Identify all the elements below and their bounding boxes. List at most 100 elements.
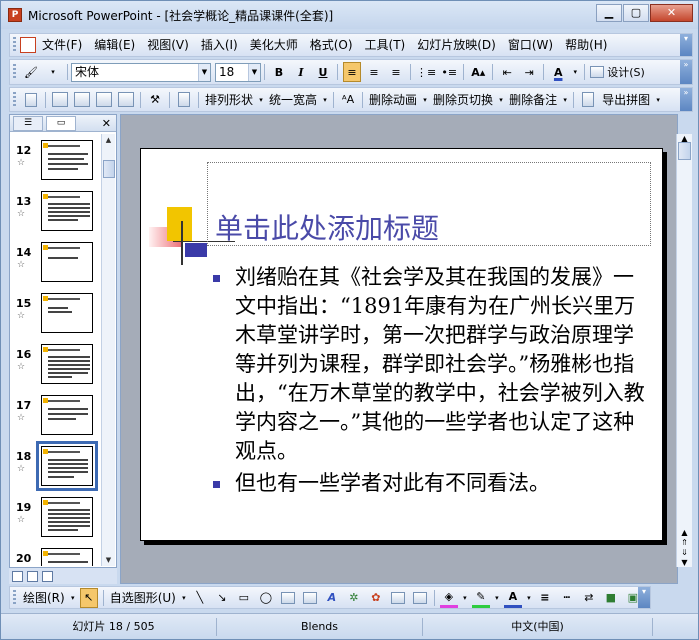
toolbar-grip[interactable] xyxy=(13,37,16,53)
same-width-button[interactable]: 统一宽高 xyxy=(266,91,320,108)
toolbar-chevron-icon[interactable]: » xyxy=(680,88,692,111)
align-center-icon[interactable]: ≡ xyxy=(365,62,383,82)
thumbnail-slide[interactable]: 12 ☆ xyxy=(14,140,100,188)
menu-file[interactable]: 文件(F) xyxy=(36,34,88,56)
toolbar-grip[interactable] xyxy=(13,64,16,80)
canvas-scrollbar[interactable]: ▲ ▲ ⇑ ⇓ ▼ xyxy=(676,134,692,567)
magic-wand-icon[interactable]: ⚒ xyxy=(146,90,164,110)
dropdown-arrow-icon[interactable]: ▾ xyxy=(498,90,504,110)
dropdown-arrow-icon[interactable]: ▾ xyxy=(70,588,76,608)
previous-slide-icon[interactable]: ⇑ xyxy=(678,538,691,547)
increase-font-icon[interactable]: A▴ xyxy=(469,62,487,82)
underline-button[interactable]: U xyxy=(314,62,332,82)
thumbnail-slide[interactable]: 13 ☆ xyxy=(14,191,100,239)
dropdown-arrow-icon[interactable]: ▾ xyxy=(322,90,328,110)
document-icon[interactable] xyxy=(20,37,36,53)
scroll-down-icon[interactable]: ▼ xyxy=(678,558,691,567)
dropdown-arrow-icon[interactable]: ▾ xyxy=(258,90,264,110)
menu-format[interactable]: 格式(O) xyxy=(304,34,359,56)
line-style-icon[interactable]: ≡ xyxy=(536,588,554,608)
clipart-icon[interactable]: ✿ xyxy=(367,588,385,608)
dropdown-arrow-icon[interactable]: ▾ xyxy=(571,62,579,82)
font-color-icon[interactable]: A xyxy=(549,62,567,82)
current-slide[interactable]: 单击此处添加标题 刘绪贻在其《社会学及其在我国的发展》一文中指出：“1891年康… xyxy=(140,148,663,541)
thumbnail-slide[interactable]: 15 ☆ xyxy=(14,293,100,341)
scroll-up-icon[interactable]: ▲ xyxy=(678,134,691,143)
menu-tools[interactable]: 工具(T) xyxy=(359,34,412,56)
dropdown-arrow-icon[interactable]: ▾ xyxy=(562,90,568,110)
background-icon[interactable] xyxy=(95,90,113,110)
scroll-down-icon[interactable]: ▼ xyxy=(102,554,115,566)
bullets-icon[interactable]: •≡ xyxy=(440,62,458,82)
design-button[interactable]: 设计(S) xyxy=(590,62,645,82)
align-right-icon[interactable]: ≡ xyxy=(387,62,405,82)
line-color-icon[interactable]: ✎ xyxy=(471,588,490,608)
dropdown-arrow-icon[interactable]: ▾ xyxy=(655,90,661,110)
dropdown-arrow-icon[interactable]: ▾ xyxy=(526,588,532,608)
menu-beautify[interactable]: 美化大师 xyxy=(244,34,304,56)
select-pointer-icon[interactable]: ↖ xyxy=(79,587,98,608)
decrease-indent-icon[interactable]: ⇤ xyxy=(498,62,516,82)
text-icon[interactable]: ᴬA xyxy=(339,90,357,110)
chevron-down-icon[interactable]: ▼ xyxy=(248,63,260,81)
delete-transition-button[interactable]: 删除页切换 xyxy=(430,91,496,108)
close-button[interactable]: ✕ xyxy=(650,4,693,22)
tab-slides[interactable]: ▭ xyxy=(46,115,76,131)
autoshapes-button[interactable]: 自选图形(U) xyxy=(107,589,179,606)
image-icon[interactable] xyxy=(411,588,429,608)
export-icon[interactable] xyxy=(579,90,597,110)
minimize-button[interactable]: ▁ xyxy=(596,4,622,22)
next-slide-icon[interactable]: ⇓ xyxy=(678,548,691,557)
shadow-icon[interactable]: ■ xyxy=(602,588,620,608)
close-panel-icon[interactable]: ✕ xyxy=(102,117,111,130)
menu-view[interactable]: 视图(V) xyxy=(141,34,195,56)
thumbnail-slide[interactable]: 16 ☆ xyxy=(14,344,100,392)
dropdown-arrow-icon[interactable]: ▾ xyxy=(462,588,468,608)
normal-view-icon[interactable] xyxy=(12,570,23,582)
font-size-combo[interactable]: 18 ▼ xyxy=(215,62,261,82)
menu-slideshow[interactable]: 幻灯片放映(D) xyxy=(411,34,502,56)
slide-body[interactable]: 刘绪贻在其《社会学及其在我国的发展》一文中指出：“1891年康有为在广州长兴里万… xyxy=(213,263,653,498)
fill-color-icon[interactable]: ◈ xyxy=(439,588,458,608)
arrow-icon[interactable]: ↘ xyxy=(213,588,231,608)
thumbnail-scrollbar[interactable]: ▲ ▼ xyxy=(101,134,115,566)
numbering-icon[interactable]: ⋮≡ xyxy=(416,62,436,82)
increase-indent-icon[interactable]: ⇥ xyxy=(520,62,538,82)
scrollbar-thumb[interactable] xyxy=(678,142,691,160)
arrow-style-icon[interactable]: ⇄ xyxy=(580,588,598,608)
diagram-icon[interactable]: ✲ xyxy=(345,588,363,608)
vertical-textbox-icon[interactable] xyxy=(301,588,319,608)
menu-help[interactable]: 帮助(H) xyxy=(559,34,613,56)
dropdown-arrow-icon[interactable]: ▾ xyxy=(181,588,187,608)
arrange-shapes-button[interactable]: 排列形状 xyxy=(202,91,256,108)
line-icon[interactable]: ╲ xyxy=(191,588,209,608)
format-painter-icon[interactable]: 🖌 xyxy=(22,62,40,82)
toolbar-chevron-icon[interactable]: » xyxy=(680,60,692,84)
tab-outline[interactable]: ☰ xyxy=(13,115,43,131)
toolbar-grip[interactable] xyxy=(13,589,16,606)
maximize-button[interactable]: ▢ xyxy=(623,4,649,22)
scroll-up-icon[interactable]: ▲ xyxy=(102,134,115,146)
thumbnail-slide[interactable]: 14 ☆ xyxy=(14,242,100,290)
italic-button[interactable]: I xyxy=(292,62,310,82)
export-puzzle-button[interactable]: 导出拼图 xyxy=(599,91,653,108)
new-slide-icon[interactable] xyxy=(22,90,40,110)
layout-icon[interactable] xyxy=(51,90,69,110)
font-color-icon[interactable]: A xyxy=(503,588,522,608)
bold-button[interactable]: B xyxy=(270,62,288,82)
rectangle-icon[interactable]: ▭ xyxy=(235,588,253,608)
font-name-combo[interactable]: 宋体 ▼ xyxy=(71,62,211,82)
chevron-down-icon[interactable]: ▼ xyxy=(198,63,210,81)
picture-icon[interactable] xyxy=(73,90,91,110)
thumbnail-slide[interactable]: 19 ☆ xyxy=(14,497,100,545)
menu-window[interactable]: 窗口(W) xyxy=(502,34,559,56)
bullet-item[interactable]: 刘绪贻在其《社会学及其在我国的发展》一文中指出：“1891年康有为在广州长兴里万… xyxy=(213,263,653,466)
thumbnail-slide[interactable]: 17 ☆ xyxy=(14,395,100,443)
bullet-item[interactable]: 但也有一些学者对此有不同看法。 xyxy=(213,469,653,498)
insert-picture-icon[interactable] xyxy=(389,588,407,608)
scrollbar-thumb[interactable] xyxy=(103,160,115,178)
menu-insert[interactable]: 插入(I) xyxy=(195,34,244,56)
oval-icon[interactable]: ◯ xyxy=(257,588,275,608)
menu-chevron-icon[interactable]: ▾ xyxy=(680,34,692,56)
slideshow-view-icon[interactable] xyxy=(42,570,53,582)
